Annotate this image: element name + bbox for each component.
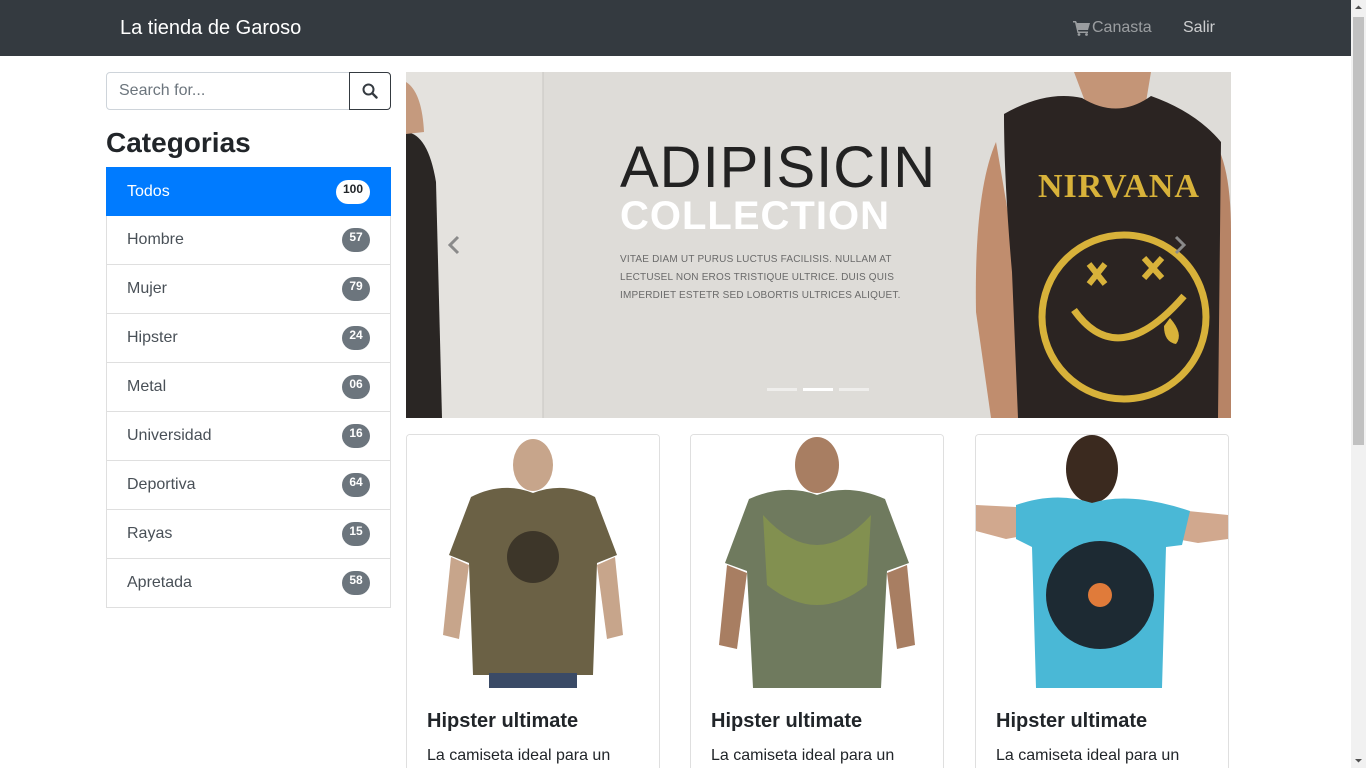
category-label: Hipster xyxy=(127,329,178,346)
product-title[interactable]: Hipster ultimate xyxy=(996,709,1147,733)
product-description: La camiseta ideal para un xyxy=(427,747,611,764)
scroll-up-arrow-icon[interactable] xyxy=(1351,0,1366,15)
logout-link[interactable]: Salir xyxy=(1183,18,1215,38)
category-item-mujer[interactable]: Mujer 79 xyxy=(106,265,391,314)
category-count-badge: 06 xyxy=(342,375,370,399)
category-label: Metal xyxy=(127,378,167,395)
category-label: Hombre xyxy=(127,231,184,248)
search-icon xyxy=(362,83,378,99)
product-card[interactable]: Hipster ultimate La camiseta ideal para … xyxy=(406,434,660,768)
category-label: Apretada xyxy=(127,574,192,591)
category-label: Deportiva xyxy=(127,476,196,493)
carousel-indicator-3[interactable] xyxy=(839,388,869,391)
cart-label: Canasta xyxy=(1092,19,1152,36)
category-item-deportiva[interactable]: Deportiva 64 xyxy=(106,461,391,510)
carousel-description: VITAE DIAM UT PURUS LUCTUS FACILISIS. NU… xyxy=(620,254,901,301)
category-list: Todos 100 Hombre 57 Mujer 79 Hipster 24 … xyxy=(106,167,391,608)
categories-heading: Categorias xyxy=(106,127,251,158)
product-image xyxy=(407,435,659,688)
category-item-rayas[interactable]: Rayas 15 xyxy=(106,510,391,559)
category-item-metal[interactable]: Metal 06 xyxy=(106,363,391,412)
search-button[interactable] xyxy=(349,72,391,110)
carousel-title: ADIPISICIN xyxy=(620,135,937,200)
product-title[interactable]: Hipster ultimate xyxy=(711,709,862,733)
scroll-thumb[interactable] xyxy=(1353,17,1364,445)
category-count-badge: 16 xyxy=(342,424,370,448)
carousel-slide-image xyxy=(406,72,1231,418)
category-count-badge: 58 xyxy=(342,571,370,595)
scroll-down-arrow-icon[interactable] xyxy=(1351,753,1366,768)
search-input[interactable] xyxy=(106,72,350,110)
category-item-universidad[interactable]: Universidad 16 xyxy=(106,412,391,461)
category-item-hipster[interactable]: Hipster 24 xyxy=(106,314,391,363)
carousel-indicator-2[interactable] xyxy=(803,388,833,391)
carousel-subtitle: COLLECTION xyxy=(620,194,890,238)
product-image xyxy=(691,435,943,688)
navbar: La tienda de Garoso Canasta Salir xyxy=(0,0,1351,56)
product-image xyxy=(976,435,1228,688)
product-card[interactable]: Hipster ultimate La camiseta ideal para … xyxy=(975,434,1229,768)
category-label: Todos xyxy=(127,183,170,200)
product-description: La camiseta ideal para un xyxy=(996,747,1180,764)
category-count-badge: 15 xyxy=(342,522,370,546)
category-count-badge: 57 xyxy=(342,228,370,252)
category-item-hombre[interactable]: Hombre 57 xyxy=(106,216,391,265)
cart-link[interactable]: Canasta xyxy=(1073,18,1152,38)
category-label: Mujer xyxy=(127,280,168,297)
category-count-badge: 100 xyxy=(335,180,370,204)
shirt-print-text: NIRVANA xyxy=(1038,168,1200,205)
category-count-badge: 64 xyxy=(342,473,370,497)
carousel-next-arrow-icon[interactable] xyxy=(1172,235,1188,255)
carousel-indicator-1[interactable] xyxy=(767,388,797,391)
product-description: La camiseta ideal para un xyxy=(711,747,895,764)
page-scrollbar[interactable] xyxy=(1351,0,1366,768)
category-item-todos[interactable]: Todos 100 xyxy=(106,167,391,216)
product-title[interactable]: Hipster ultimate xyxy=(427,709,578,733)
cart-icon xyxy=(1073,21,1090,36)
category-count-badge: 24 xyxy=(342,326,370,350)
category-count-badge: 79 xyxy=(342,277,370,301)
category-item-apretada[interactable]: Apretada 58 xyxy=(106,559,391,608)
hero-carousel: ADIPISICIN COLLECTION VITAE DIAM UT PURU… xyxy=(406,72,1231,418)
product-card[interactable]: Hipster ultimate La camiseta ideal para … xyxy=(690,434,944,768)
carousel-prev-arrow-icon[interactable] xyxy=(446,235,462,255)
brand-link[interactable]: La tienda de Garoso xyxy=(120,16,301,40)
category-label: Rayas xyxy=(127,525,173,542)
category-label: Universidad xyxy=(127,427,212,444)
